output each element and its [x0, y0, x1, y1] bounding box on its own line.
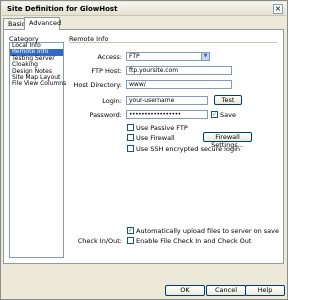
- ftp-host-field[interactable]: ftp.yoursite.com: [126, 66, 232, 75]
- passive-ftp-label: Use Passive FTP: [136, 124, 188, 132]
- access-label: Access:: [97, 53, 122, 61]
- firewall-checkbox[interactable]: [127, 134, 134, 141]
- save-label: Save: [220, 111, 236, 119]
- access-select[interactable]: FTP ▼: [126, 52, 210, 61]
- help-button[interactable]: Help: [245, 285, 285, 296]
- firewall-label: Use Firewall: [136, 134, 175, 142]
- checkinout-checkbox[interactable]: [127, 237, 134, 244]
- cancel-button[interactable]: Cancel: [206, 285, 246, 296]
- checkinout-option-label: Enable File Check In and Check Out: [136, 237, 252, 245]
- host-directory-field[interactable]: www/: [126, 80, 232, 89]
- auto-upload-label: Automatically upload files to server on …: [136, 227, 280, 235]
- title-bar[interactable]: Site Definition for GlowHost ×: [2, 2, 286, 16]
- login-label: Login:: [102, 97, 122, 105]
- ssh-checkbox[interactable]: [127, 145, 134, 152]
- passive-ftp-checkbox[interactable]: [127, 124, 134, 131]
- ok-button[interactable]: OK: [165, 285, 205, 296]
- test-button[interactable]: Test: [214, 95, 242, 105]
- category-item-file-view-columns[interactable]: File View Columns: [10, 80, 66, 87]
- chevron-down-icon[interactable]: ▼: [201, 53, 209, 60]
- save-checkbox[interactable]: ✓: [211, 111, 218, 118]
- login-field[interactable]: your-username: [126, 96, 208, 105]
- close-icon[interactable]: ×: [273, 4, 283, 14]
- firewall-settings-button[interactable]: Firewall Settings...: [203, 132, 252, 149]
- window-title: Site Definition for GlowHost: [7, 5, 118, 13]
- tab-advanced[interactable]: Advanced: [24, 17, 61, 30]
- auto-upload-checkbox[interactable]: ✓: [127, 227, 134, 234]
- access-value: FTP: [129, 53, 140, 60]
- password-field[interactable]: •••••••••••••••••: [126, 110, 208, 119]
- checkinout-label: Check In/Out:: [77, 237, 122, 245]
- ssh-label: Use SSH encrypted secure login: [136, 145, 240, 153]
- ftp-host-label: FTP Host:: [91, 67, 122, 75]
- section-divider: [69, 42, 277, 43]
- password-label: Password:: [89, 111, 122, 119]
- category-list[interactable]: Local Info Remote Info Testing Server Cl…: [9, 42, 66, 258]
- host-directory-label: Host Directory:: [73, 81, 122, 89]
